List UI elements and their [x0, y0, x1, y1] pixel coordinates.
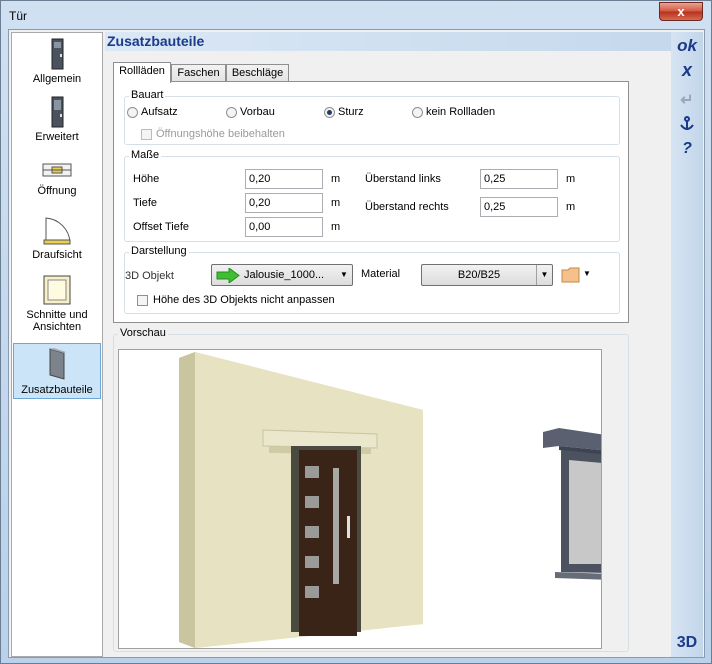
no-adjust-height-label: Höhe des 3D Objekts nicht anpassen [153, 294, 335, 306]
preview-label: Vorschau [118, 327, 168, 339]
top-view-icon [43, 217, 71, 245]
sidebar-item-allgemein[interactable]: Allgemein [13, 37, 101, 91]
offset-tiefe-label: Offset Tiefe [133, 221, 190, 233]
close-button[interactable]: x [659, 2, 703, 21]
ueberstand-rechts-label: Überstand rechts [365, 201, 449, 213]
hoehe-input[interactable]: 0,20 [245, 169, 323, 189]
masse-label: Maße [129, 149, 162, 161]
ueberstand-links-unit: m [566, 173, 576, 185]
sidebar-item-label: Zusatzbauteile [21, 384, 93, 396]
tiefe-unit: m [331, 197, 341, 209]
door-icon [51, 38, 64, 70]
tab-faschen[interactable]: Faschen [171, 64, 226, 82]
ueberstand-rechts-input[interactable]: 0,25 [480, 197, 558, 217]
offset-tiefe-unit: m [331, 221, 341, 233]
radio-vorbau[interactable] [226, 107, 237, 118]
sidebar-item-erweitert[interactable]: Erweitert [13, 95, 101, 149]
3d-view-button[interactable]: 3D [671, 634, 703, 652]
radio-kein-rollladen-label[interactable]: kein Rollladen [426, 106, 495, 118]
sidebar-item-schnitte[interactable]: Schnitte und Ansichten [13, 273, 101, 337]
darstellung-label: Darstellung [129, 245, 189, 257]
bauart-label: Bauart [129, 89, 166, 101]
keep-height-label: Öffnungshöhe beibehalten [156, 128, 285, 140]
anchor-icon [680, 116, 694, 130]
material-select[interactable]: B20/B25 ▼ [421, 264, 553, 286]
preview-canvas[interactable] [118, 349, 602, 649]
folder-icon [561, 267, 580, 283]
darstellung-group: Darstellung 3D Objekt Jalousie_1000... ▼… [124, 245, 620, 314]
bauart-group: Bauart Aufsatz Vorbau Sturz kein Rolllad… [124, 89, 620, 145]
3d-object-label: 3D Objekt [125, 270, 174, 282]
radio-aufsatz-label[interactable]: Aufsatz [141, 106, 178, 118]
sidebar-item-draufsicht[interactable]: Draufsicht [13, 213, 101, 267]
hoehe-label: Höhe [133, 173, 160, 185]
sidebar-item-label: Erweitert [35, 131, 79, 143]
3d-object-value: Jalousie_1000... [244, 269, 325, 281]
tiefe-input[interactable]: 0,20 [245, 193, 323, 213]
dialog-client: Allgemein Erweitert Öffnung Draufsicht S… [8, 29, 705, 658]
chevron-down-icon: ▼ [340, 270, 348, 279]
category-sidebar: Allgemein Erweitert Öffnung Draufsicht S… [11, 32, 103, 657]
radio-kein-rollladen[interactable] [412, 107, 423, 118]
page-title: Zusatzbauteile [105, 32, 671, 51]
radio-vorbau-label[interactable]: Vorbau [240, 106, 275, 118]
ueberstand-links-input[interactable]: 0,25 [480, 169, 558, 189]
material-label: Material [361, 268, 401, 280]
door-dialog: Tür x Allgemein Erweitert Öffnung Draufs… [0, 0, 712, 664]
tab-beschlaege[interactable]: Beschläge [226, 64, 289, 82]
ok-button[interactable]: ok [671, 36, 703, 56]
3d-preview-render [179, 352, 601, 648]
sidebar-item-label: Öffnung [37, 185, 77, 197]
green-arrow-icon [216, 268, 240, 283]
main-panel: Zusatzbauteile Rollläden Faschen Beschlä… [105, 32, 671, 657]
ueberstand-links-label: Überstand links [365, 173, 441, 185]
3d-object-select[interactable]: Jalousie_1000... ▼ [211, 264, 353, 286]
sidebar-item-label: Allgemein [32, 73, 82, 85]
window-title: Tür [9, 9, 27, 23]
sections-icon [43, 275, 71, 305]
preview-group: Vorschau [113, 327, 629, 652]
sidebar-item-label: Draufsicht [32, 249, 82, 261]
return-icon: ↵ [680, 92, 694, 109]
material-picker-button[interactable]: ▼ [561, 266, 595, 284]
tab-rolllaeden[interactable]: Rollläden [113, 62, 171, 83]
hoehe-unit: m [331, 173, 341, 185]
tiefe-label: Tiefe [133, 197, 158, 209]
opening-icon [42, 163, 72, 177]
material-value: B20/B25 [457, 269, 501, 281]
radio-sturz[interactable] [324, 107, 335, 118]
door-extended-icon [51, 96, 64, 128]
action-bar: ok x ↵ ? 3D [671, 32, 703, 657]
sidebar-item-label: Schnitte und Ansichten [26, 309, 88, 333]
chevron-down-icon: ▼ [536, 265, 552, 285]
tab-panel-rolllaeden: Bauart Aufsatz Vorbau Sturz kein Rolllad… [113, 81, 629, 323]
chevron-down-icon: ▼ [583, 269, 591, 278]
radio-sturz-label[interactable]: Sturz [338, 106, 364, 118]
title-bar[interactable]: Tür x [1, 1, 711, 29]
anchor-button[interactable] [671, 116, 703, 135]
sidebar-item-oeffnung[interactable]: Öffnung [13, 157, 101, 207]
no-adjust-height-checkbox[interactable] [137, 295, 148, 306]
sidebar-item-zusatzbauteile[interactable]: Zusatzbauteile [13, 343, 101, 399]
ueberstand-rechts-unit: m [566, 201, 576, 213]
keep-height-checkbox[interactable] [141, 129, 152, 140]
radio-aufsatz[interactable] [127, 107, 138, 118]
additional-parts-icon [49, 348, 66, 380]
cancel-button[interactable]: x [671, 60, 703, 81]
offset-tiefe-input[interactable]: 0,00 [245, 217, 323, 237]
help-button[interactable]: ? [671, 140, 703, 158]
masse-group: Maße Höhe 0,20 m Tiefe 0,20 m Offset Tie… [124, 149, 620, 242]
